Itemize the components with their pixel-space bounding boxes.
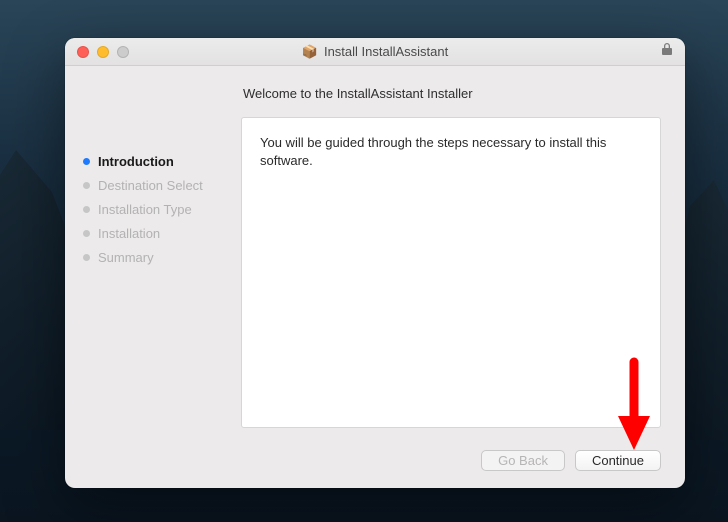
sidebar-step-installation-type: Installation Type xyxy=(83,202,237,217)
continue-button[interactable]: Continue xyxy=(575,450,661,471)
step-bullet-icon xyxy=(83,158,90,165)
go-back-button: Go Back xyxy=(481,450,565,471)
zoom-button-disabled xyxy=(117,46,129,58)
sidebar: Introduction Destination Select Installa… xyxy=(65,66,237,438)
window-title: Install InstallAssistant xyxy=(324,44,448,59)
traffic-lights xyxy=(65,46,129,58)
page-heading: Welcome to the InstallAssistant Installe… xyxy=(241,86,661,101)
body-text: You will be guided through the steps nec… xyxy=(260,135,606,168)
step-bullet-icon xyxy=(83,254,90,261)
main-area: Welcome to the InstallAssistant Installe… xyxy=(237,66,685,438)
package-icon: 📦 xyxy=(302,44,318,60)
sidebar-step-destination-select: Destination Select xyxy=(83,178,237,193)
step-label: Summary xyxy=(98,250,154,265)
step-label: Installation Type xyxy=(98,202,192,217)
sidebar-step-introduction: Introduction xyxy=(83,154,237,169)
step-bullet-icon xyxy=(83,182,90,189)
step-label: Installation xyxy=(98,226,160,241)
footer: Go Back Continue xyxy=(65,438,685,488)
titlebar: 📦 Install InstallAssistant xyxy=(65,38,685,66)
step-bullet-icon xyxy=(83,206,90,213)
columns: Introduction Destination Select Installa… xyxy=(65,66,685,438)
content-box: You will be guided through the steps nec… xyxy=(241,117,661,428)
step-label: Introduction xyxy=(98,154,174,169)
step-bullet-icon xyxy=(83,230,90,237)
step-label: Destination Select xyxy=(98,178,203,193)
installer-window: 📦 Install InstallAssistant Introduction … xyxy=(65,38,685,488)
sidebar-step-installation: Installation xyxy=(83,226,237,241)
window-title-wrap: 📦 Install InstallAssistant xyxy=(65,44,685,60)
sidebar-step-summary: Summary xyxy=(83,250,237,265)
minimize-button[interactable] xyxy=(97,46,109,58)
close-button[interactable] xyxy=(77,46,89,58)
lock-icon xyxy=(661,42,673,61)
window-body: Introduction Destination Select Installa… xyxy=(65,66,685,488)
